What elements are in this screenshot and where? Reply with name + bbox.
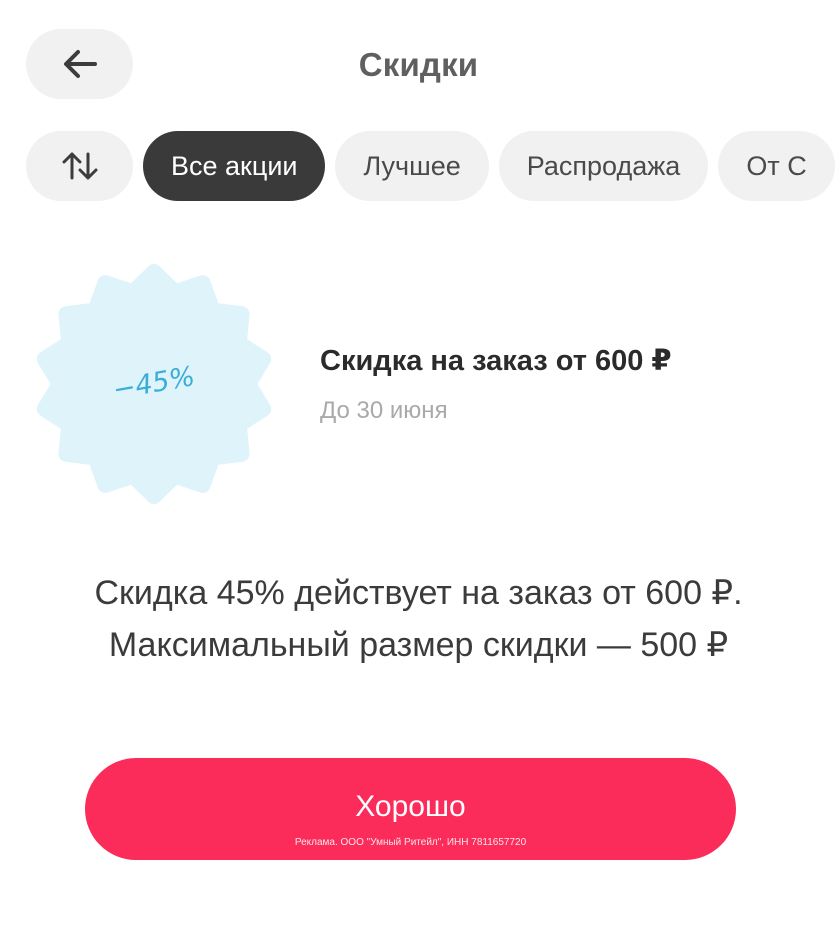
ok-button-label: Хорошо	[355, 790, 466, 823]
chip-from[interactable]: От С	[718, 131, 835, 201]
promo-card[interactable]: −45% Скидка на заказ от 600 ₽ До 30 июня	[0, 255, 837, 515]
chip-sale[interactable]: Распродажа	[498, 131, 709, 201]
chip-best[interactable]: Лучшее	[335, 131, 489, 201]
ok-button[interactable]: Хорошо Реклама. ООО "Умный Ритейл", ИНН …	[85, 758, 736, 860]
promo-title: Скидка на заказ от 600 ₽	[320, 345, 672, 377]
header: Скидки	[0, 0, 837, 130]
sort-arrows-icon	[62, 152, 97, 180]
promo-description: Скидка 45% действует на заказ от 600 ₽. …	[94, 574, 743, 664]
chip-all-promotions[interactable]: Все акции	[143, 131, 326, 201]
promo-date: До 30 июня	[320, 397, 448, 424]
filter-chips: Все акции Лучшее Распродажа От С	[26, 131, 837, 203]
page-title: Скидки	[358, 46, 479, 83]
discount-badge: −45%	[36, 264, 272, 504]
sort-button[interactable]	[26, 131, 133, 201]
ad-disclaimer: Реклама. ООО "Умный Ритейл", ИНН 7811657…	[294, 837, 527, 848]
